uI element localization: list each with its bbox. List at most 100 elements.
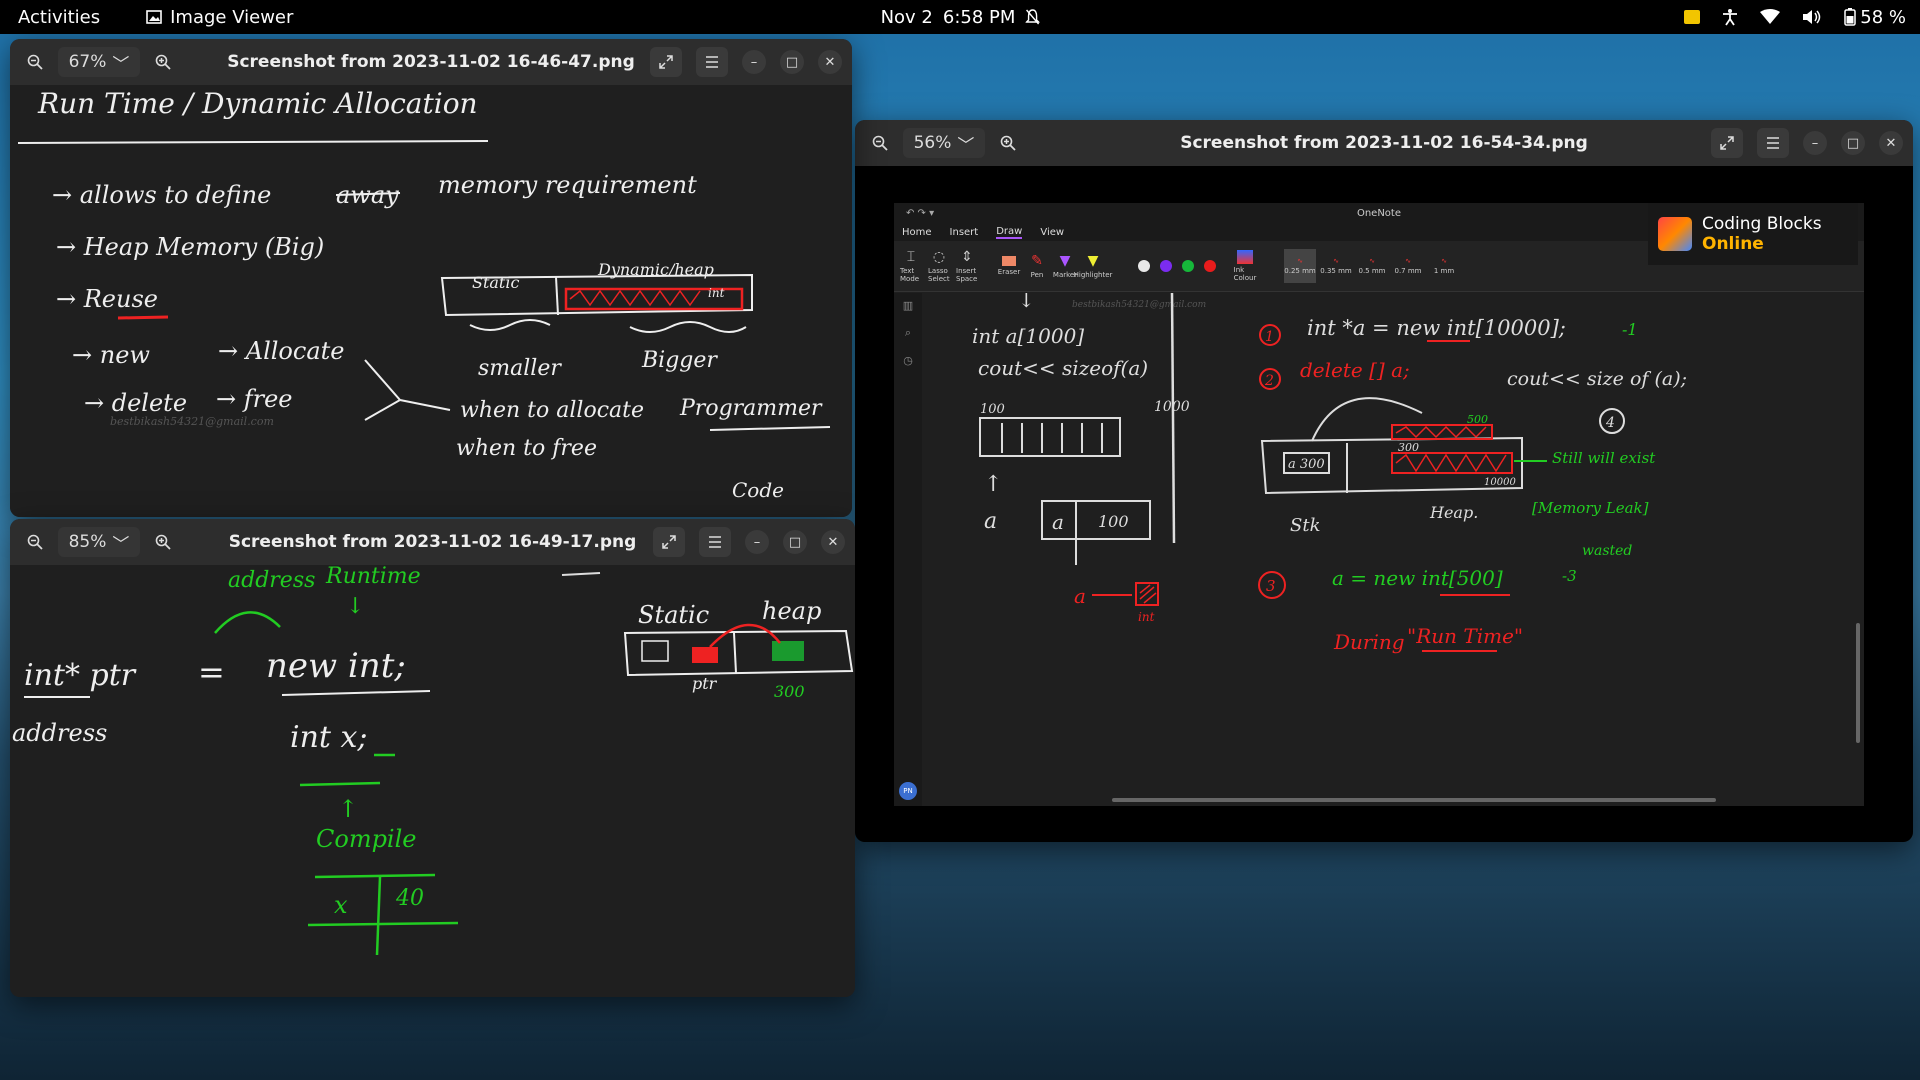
- activities-button[interactable]: Activities: [18, 7, 100, 28]
- pen-size-label: 1 mm: [1433, 267, 1455, 275]
- note-100: 100: [980, 402, 1005, 417]
- lasso-tool: ◌ Lasso Select: [928, 249, 950, 283]
- chevron-down-icon: ﹀: [112, 534, 130, 555]
- clock[interactable]: Nov 2 6:58 PM: [881, 7, 1040, 28]
- zoom-in-icon: [155, 54, 171, 70]
- color-white-swatch: [1138, 260, 1150, 272]
- when-alloc: when to allocate: [460, 398, 644, 423]
- indicator-icon[interactable]: [1684, 10, 1701, 24]
- notes-ink: Run Time / Dynamic Allocation → allows t…: [17, 87, 831, 502]
- line-1c: memory requirement: [438, 171, 697, 199]
- zoom-out-icon: [872, 135, 888, 151]
- minimize-button[interactable]: –: [1803, 131, 1827, 155]
- zoom-level-dropdown[interactable]: 85% ﹀: [58, 527, 140, 557]
- memory-leak: [Memory Leak]: [1532, 499, 1649, 517]
- badge-title: Coding Blocks: [1702, 214, 1822, 234]
- maximize-button[interactable]: □: [780, 50, 804, 74]
- header-bar: 56% ﹀ Screenshot from 2023-11-02 16-54-34…: [855, 120, 1913, 167]
- cursor-icon: ⌶: [906, 249, 916, 265]
- pointer-arrow: [709, 623, 781, 648]
- note-int-a: int a[1000]: [972, 324, 1084, 348]
- main-menu-button[interactable]: [699, 527, 731, 557]
- fullscreen-button[interactable]: [1711, 128, 1743, 158]
- zoom-out-button[interactable]: [20, 527, 50, 557]
- val-300: 300: [1398, 441, 1419, 454]
- zoom-in-button[interactable]: [148, 527, 178, 557]
- system-tray[interactable]: 58 %: [1684, 7, 1906, 28]
- image-viewer-window-3[interactable]: 56% ﹀ Screenshot from 2023-11-02 16-54-34…: [855, 120, 1913, 842]
- zoom-out-button[interactable]: [20, 47, 50, 77]
- zoom-in-button[interactable]: [148, 47, 178, 77]
- zoom-level-dropdown[interactable]: 67% ﹀: [58, 47, 140, 77]
- chevron-down-icon: ﹀: [112, 54, 130, 75]
- chevron-down-icon: ﹀: [957, 135, 975, 156]
- zoom-controls: 85% ﹀: [20, 527, 178, 557]
- stack-var: [641, 640, 669, 662]
- tag-3: -3: [1562, 567, 1577, 585]
- close-button[interactable]: ✕: [818, 50, 842, 74]
- stmt-3: a = new int[500]: [1332, 566, 1503, 590]
- insert-space-icon: ⇕: [961, 249, 973, 265]
- minimize-button[interactable]: –: [742, 50, 766, 74]
- color-palette: [1138, 260, 1216, 272]
- app-menu[interactable]: Image Viewer: [146, 7, 293, 28]
- stmt-2: delete [] a;: [1300, 358, 1410, 382]
- maximize-button[interactable]: □: [783, 530, 807, 554]
- battery-indicator[interactable]: 58 %: [1844, 7, 1906, 28]
- zoom-level-dropdown[interactable]: 56% ﹀: [903, 128, 985, 158]
- step-1: 1: [1265, 329, 1274, 345]
- array-cells: [1001, 423, 1103, 453]
- minimize-icon: –: [753, 534, 761, 550]
- image-canvas[interactable]: ↶ ↷ ▾ OneNote Home Insert Draw View ⌶ Tex…: [855, 166, 1913, 842]
- down-arrow: ↓: [1018, 293, 1035, 312]
- maximize-button[interactable]: □: [1841, 131, 1865, 155]
- pen-stroke-icon: ∿: [1297, 257, 1303, 265]
- accessibility-icon[interactable]: [1722, 8, 1738, 26]
- compile: Compile: [316, 825, 417, 853]
- table-bottom: [307, 921, 459, 927]
- window-title: Screenshot from 2023-11-02 16-54-34.png: [1180, 133, 1588, 153]
- zoom-in-button[interactable]: [993, 128, 1023, 158]
- fullscreen-button[interactable]: [653, 527, 685, 557]
- image-viewer-window-1[interactable]: 67% ﹀ Screenshot from 2023-11-02 16-46-47…: [10, 39, 852, 517]
- squiggle-smaller: [469, 319, 551, 331]
- pen-size-option: ∿ 0.35 mm: [1320, 249, 1352, 283]
- undo-redo-icon: ↶ ↷ ▾: [906, 207, 935, 219]
- tag-1: -1: [1622, 320, 1638, 339]
- pen-size-label: 0.7 mm: [1394, 267, 1422, 275]
- tool-label: Lasso Select: [928, 267, 950, 283]
- pen-stroke-icon: ∿: [1441, 257, 1447, 265]
- notifications-muted-icon: [1025, 9, 1040, 25]
- val-10000: 10000: [1484, 477, 1516, 488]
- close-button[interactable]: ✕: [821, 530, 845, 554]
- zoom-level: 85%: [68, 532, 107, 552]
- maximize-icon: □: [1846, 135, 1860, 151]
- val-500: 500: [1467, 413, 1488, 426]
- hamburger-icon: [1767, 137, 1779, 149]
- minimize-button[interactable]: –: [745, 530, 769, 554]
- tab-insert: Insert: [949, 226, 979, 238]
- onenote-screenshot: ↶ ↷ ▾ OneNote Home Insert Draw View ⌶ Tex…: [894, 203, 1864, 806]
- lasso-icon: ◌: [932, 249, 946, 265]
- wifi-icon[interactable]: [1760, 9, 1781, 25]
- ink-colour-tool: Ink Colour: [1234, 250, 1256, 282]
- cout-2: cout<< size of (a);: [1507, 368, 1687, 390]
- image-canvas[interactable]: Run Time / Dynamic Allocation → allows t…: [10, 85, 852, 517]
- zoom-controls: 56% ﹀: [865, 128, 1023, 158]
- zoom-out-button[interactable]: [865, 128, 895, 158]
- image-canvas[interactable]: address Runtime ↓ int* ptr = new int; ad…: [10, 564, 855, 997]
- image-viewer-window-2[interactable]: 85% ﹀ Screenshot from 2023-11-02 16-49-17…: [10, 519, 855, 997]
- address-top: address: [228, 568, 315, 593]
- volume-icon[interactable]: [1802, 9, 1822, 25]
- close-button[interactable]: ✕: [1879, 131, 1903, 155]
- tool-label: Insert Space: [956, 267, 978, 283]
- coding-blocks-logo: [1658, 217, 1692, 251]
- when-free: when to free: [456, 436, 597, 461]
- hamburger-icon: [706, 56, 718, 68]
- image-viewer-icon: [146, 10, 162, 24]
- brace-arrow: [364, 359, 451, 421]
- header-bar: 67% ﹀ Screenshot from 2023-11-02 16-46-47…: [10, 39, 852, 86]
- main-menu-button[interactable]: [696, 47, 728, 77]
- main-menu-button[interactable]: [1757, 128, 1789, 158]
- fullscreen-button[interactable]: [650, 47, 682, 77]
